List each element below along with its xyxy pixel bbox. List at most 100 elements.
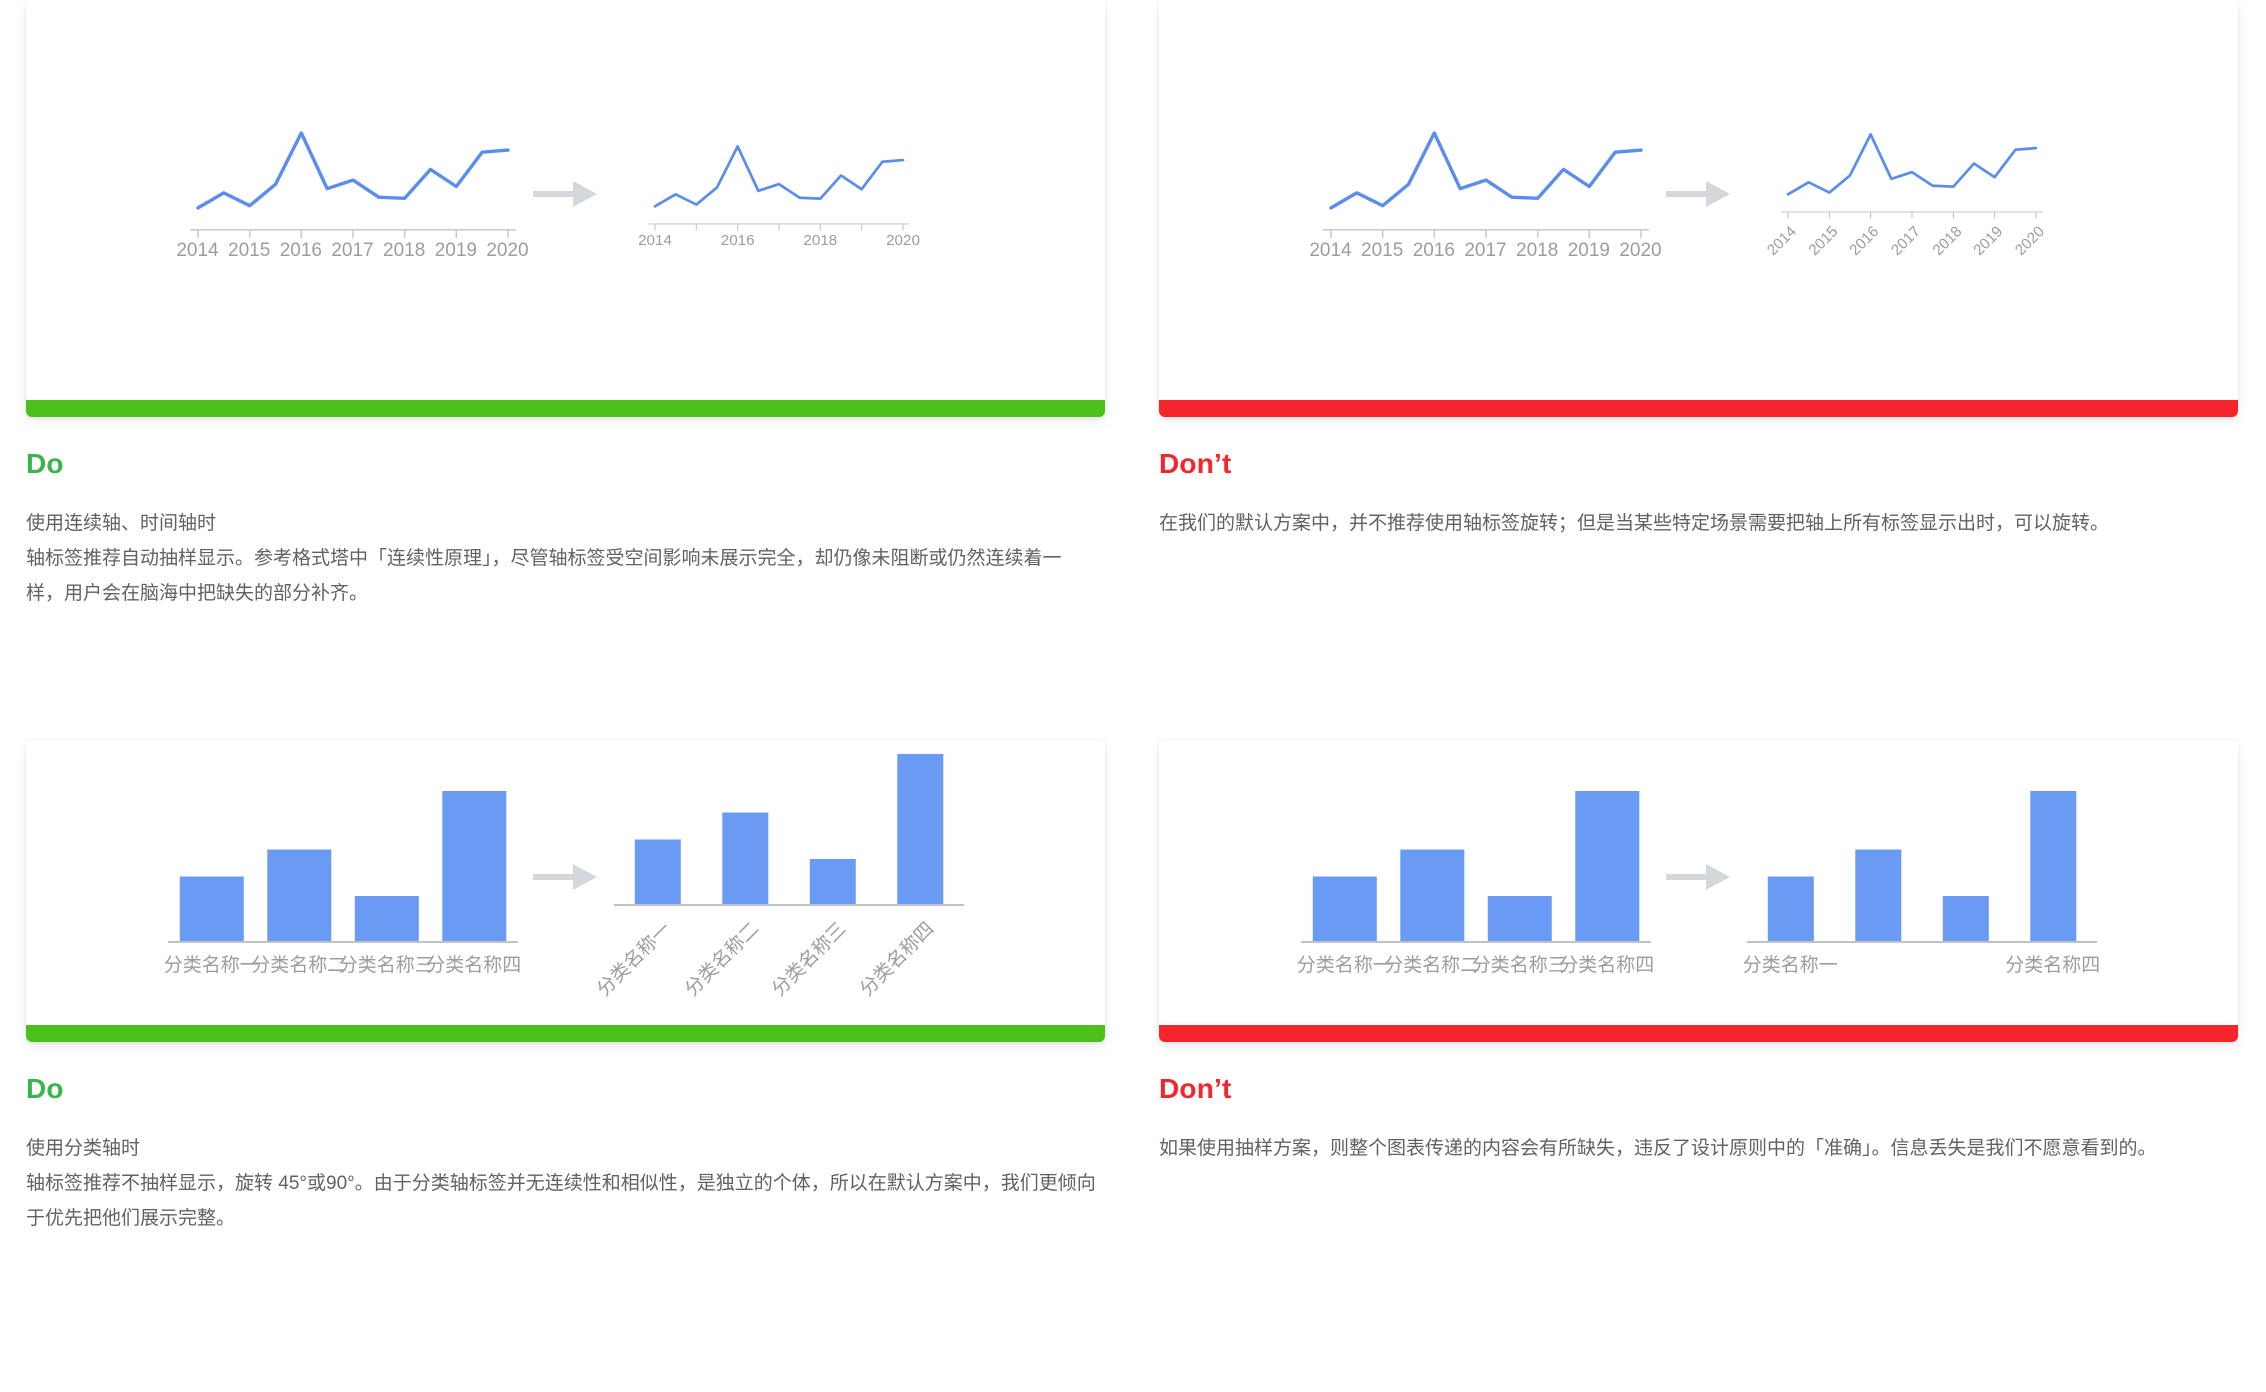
x-tick-label: 2019 bbox=[1567, 240, 1610, 261]
description-bottom-left: 使用分类轴时 轴标签推荐不抽样显示，旋转 45°或90°。由于分类轴标签并无连续… bbox=[26, 1131, 1096, 1236]
x-axis bbox=[648, 223, 909, 231]
accent-bar-do bbox=[26, 400, 1105, 417]
x-tick-label: 2018 bbox=[1928, 223, 1965, 259]
x-tick-label: 2015 bbox=[1804, 223, 1841, 259]
bar-chart-rotated-labels: 分类名称一 分类名称二 分类名称三 分类名称四 bbox=[594, 740, 964, 1027]
category-tick-label: 分类名称四 bbox=[426, 954, 522, 976]
example-card-top-left: 2014 2015 2016 2017 2018 2019 2020 2014 2016 201… bbox=[26, 0, 1105, 417]
verdict-label-dont: Don’t bbox=[1159, 1073, 1232, 1104]
chart-pair: 2014 2015 2016 2017 2018 2019 2020 2014 2015 201… bbox=[1159, 0, 2238, 400]
bar-chart-horizontal-labels: 分类名称一 分类名称二 分类名称三 分类名称四 bbox=[164, 776, 522, 990]
description-heading: 使用分类轴时 bbox=[26, 1138, 141, 1159]
bar-chart-horizontal-labels: 分类名称一 分类名称二 分类名称三 分类名称四 bbox=[1297, 776, 1655, 990]
category-tick-label: 分类名称四 bbox=[1559, 954, 1655, 976]
arrow-right-icon bbox=[1651, 860, 1747, 894]
example-card-bottom-right: 分类名称一 分类名称二 分类名称三 分类名称四 分类名称一 分类名称四 bbox=[1159, 740, 2238, 1042]
card-body: 分类名称一 分类名称二 分类名称三 分类名称四 分类名称一 分类名称二 分类名称三 分类名称… bbox=[26, 740, 1105, 1025]
category-labels: 分类名称一 分类名称二 分类名称三 分类名称四 bbox=[164, 944, 522, 990]
example-card-top-right: 2014 2015 2016 2017 2018 2019 2020 2014 2015 201… bbox=[1159, 0, 2238, 417]
card-body: 2014 2015 2016 2017 2018 2019 2020 2014 2016 201… bbox=[26, 0, 1105, 400]
category-tick-label: 分类名称三 bbox=[768, 918, 851, 1001]
accent-bar-do bbox=[26, 1025, 1105, 1042]
description-body: 在我们的默认方案中，并不推荐使用轴标签旋转；但是当某些特定场景需要把轴上所有标签… bbox=[1159, 513, 2110, 534]
arrow-right-icon bbox=[1651, 177, 1747, 211]
chart-before: 2014 2015 2016 2017 2018 2019 2020 bbox=[176, 114, 529, 286]
description-body: 如果使用抽样方案，则整个图表传递的内容会有所缺失，违反了设计原则中的「准确」。信… bbox=[1159, 1138, 2157, 1159]
panel-top-left: 2014 2015 2016 2017 2018 2019 2020 2014 2016 201… bbox=[0, 0, 1133, 611]
x-tick-label: 2019 bbox=[1970, 223, 2007, 259]
chart-after: 分类名称一 分类名称二 分类名称三 分类名称四 bbox=[594, 740, 964, 1027]
bar-series bbox=[1300, 790, 1651, 943]
x-axis-labels: 2014 2016 2018 2020 bbox=[638, 232, 920, 269]
panel-bottom-left: 分类名称一 分类名称二 分类名称三 分类名称四 分类名称一 分类名称二 分类名称三 分类名称… bbox=[0, 740, 1133, 1236]
line-series bbox=[195, 131, 510, 210]
category-tick-label: 分类名称三 bbox=[338, 954, 434, 976]
line-chart-sampled-labels: 2014 2016 2018 2020 bbox=[638, 131, 920, 269]
x-tick-label: 2014 bbox=[1309, 240, 1352, 261]
verdict-label-do: Do bbox=[26, 448, 64, 479]
x-tick-label: 2017 bbox=[1464, 240, 1507, 261]
card-body: 2014 2015 2016 2017 2018 2019 2020 2014 2015 201… bbox=[1159, 0, 2238, 400]
line-chart-rotated-labels: 2014 2015 2016 2017 2018 2019 2020 bbox=[1764, 119, 2048, 281]
panel-bottom-right: 分类名称一 分类名称二 分类名称三 分类名称四 分类名称一 分类名称四 Don’… bbox=[1133, 740, 2266, 1166]
chart-before: 分类名称一 分类名称二 分类名称三 分类名称四 bbox=[164, 776, 522, 990]
x-tick-label: 2018 bbox=[802, 232, 837, 249]
accent-bar-dont bbox=[1159, 1025, 2238, 1042]
chart-after: 2014 2015 2016 2017 2018 2019 2020 bbox=[1747, 99, 2077, 301]
x-tick-label: 2020 bbox=[885, 232, 920, 249]
arrow-right-icon bbox=[518, 860, 614, 894]
description-body: 轴标签推荐自动抽样显示。参考格式塔中「连续性原理」，尽管轴标签受空间影响未展示完… bbox=[26, 548, 1062, 605]
category-tick-label: 分类名称一 bbox=[593, 918, 676, 1001]
verdict-label-do: Do bbox=[26, 1073, 64, 1104]
x-tick-label: 2017 bbox=[331, 240, 374, 261]
arrow-right-icon bbox=[518, 177, 614, 211]
chart-after: 2014 2016 2018 2020 bbox=[614, 114, 944, 286]
x-axis bbox=[1781, 211, 2042, 219]
line-series bbox=[1328, 131, 1643, 210]
card-body: 分类名称一 分类名称二 分类名称三 分类名称四 分类名称一 分类名称四 bbox=[1159, 740, 2238, 1025]
category-tick-label: 分类名称四 bbox=[856, 918, 939, 1001]
category-labels: 分类名称一 分类名称二 分类名称三 分类名称四 bbox=[1297, 944, 1655, 990]
x-tick-label: 2015 bbox=[228, 240, 271, 261]
chart-pair: 分类名称一 分类名称二 分类名称三 分类名称四 分类名称一 分类名称二 分类名称三 分类名称… bbox=[26, 740, 1105, 1025]
line-series bbox=[653, 145, 904, 208]
x-tick-label: 2020 bbox=[1619, 240, 1662, 261]
bar-series bbox=[167, 790, 518, 943]
x-tick-label: 2014 bbox=[176, 240, 219, 261]
panel-top-right: 2014 2015 2016 2017 2018 2019 2020 2014 2015 201… bbox=[1133, 0, 2266, 541]
chart-before: 分类名称一 分类名称二 分类名称三 分类名称四 bbox=[1297, 776, 1655, 990]
chart-pair: 2014 2015 2016 2017 2018 2019 2020 2014 2016 201… bbox=[26, 0, 1105, 400]
category-tick-label: 分类名称四 bbox=[2005, 954, 2101, 976]
guideline-page: 2014 2015 2016 2017 2018 2019 2020 2014 2016 201… bbox=[0, 0, 2266, 1392]
x-tick-label: 2019 bbox=[434, 240, 477, 261]
x-tick-label: 2020 bbox=[486, 240, 529, 261]
bar-series bbox=[613, 753, 964, 906]
x-axis-labels: 2014 2015 2016 2017 2018 2019 2020 bbox=[176, 240, 528, 286]
x-axis bbox=[189, 229, 516, 238]
verdict-label-dont: Don’t bbox=[1159, 448, 1232, 479]
x-tick-label: 2017 bbox=[1887, 223, 1924, 259]
accent-bar-dont bbox=[1159, 400, 2238, 417]
category-labels: 分类名称一 分类名称四 bbox=[1743, 944, 2101, 990]
x-axis-labels: 2014 2015 2016 2017 2018 2019 2020 bbox=[1764, 220, 2048, 281]
bar-chart-sampled-labels: 分类名称一 分类名称四 bbox=[1743, 776, 2101, 990]
description-top-right: 在我们的默认方案中，并不推荐使用轴标签旋转；但是当某些特定场景需要把轴上所有标签… bbox=[1159, 506, 2229, 541]
bar-series bbox=[1746, 790, 2097, 943]
category-tick-label: 分类名称一 bbox=[1296, 954, 1392, 976]
description-body: 轴标签推荐不抽样显示，旋转 45°或90°。由于分类轴标签并无连续性和相似性，是… bbox=[26, 1173, 1096, 1230]
x-tick-label: 2015 bbox=[1361, 240, 1404, 261]
description-top-left: 使用连续轴、时间轴时 轴标签推荐自动抽样显示。参考格式塔中「连续性原理」，尽管轴… bbox=[26, 506, 1096, 611]
chart-after: 分类名称一 分类名称四 bbox=[1743, 776, 2101, 990]
description-bottom-right: 如果使用抽样方案，则整个图表传递的内容会有所缺失，违反了设计原则中的「准确」。信… bbox=[1159, 1131, 2229, 1166]
category-tick-label: 分类名称一 bbox=[1742, 954, 1838, 976]
category-tick-label: 分类名称二 bbox=[251, 954, 347, 976]
x-tick-label: 2016 bbox=[720, 232, 755, 249]
x-tick-label: 2016 bbox=[1846, 223, 1883, 259]
x-tick-label: 2020 bbox=[2011, 223, 2048, 259]
x-tick-label: 2018 bbox=[1516, 240, 1559, 261]
x-axis bbox=[1322, 229, 1649, 238]
description-heading: 使用连续轴、时间轴时 bbox=[26, 513, 217, 534]
example-card-bottom-left: 分类名称一 分类名称二 分类名称三 分类名称四 分类名称一 分类名称二 分类名称三 分类名称… bbox=[26, 740, 1105, 1042]
x-axis-labels: 2014 2015 2016 2017 2018 2019 2020 bbox=[1309, 240, 1661, 286]
category-tick-label: 分类名称二 bbox=[1384, 954, 1480, 976]
